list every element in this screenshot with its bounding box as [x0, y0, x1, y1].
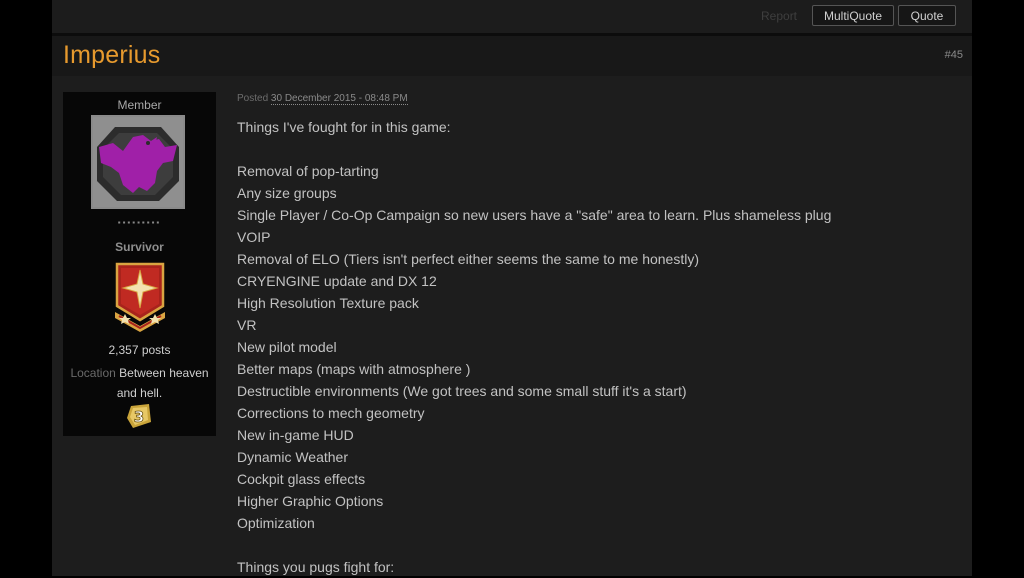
- post-text-line: [237, 534, 957, 556]
- post-text-line: Things I've fought for in this game:: [237, 119, 451, 135]
- posted-date-link[interactable]: 30 December 2015 - 08:48 PM: [270, 93, 408, 105]
- post-text: Things I've fought for in this game: Remo…: [237, 116, 957, 578]
- post-number-link[interactable]: #45: [945, 49, 963, 61]
- post-text-line: Single Player / Co-Op Campaign so new us…: [237, 207, 832, 223]
- post-count: 2,357 posts: [108, 343, 171, 357]
- location-label: Location: [70, 366, 116, 380]
- multiquote-button[interactable]: MultiQuote: [812, 5, 894, 26]
- post-header: Imperius #45: [52, 36, 972, 76]
- post-text-line: Better maps (maps with atmosphere ): [237, 361, 471, 377]
- member-group-label: Member: [117, 98, 162, 112]
- posted-line: Posted 30 December 2015 - 08:48 PM: [237, 93, 957, 105]
- post-text-line: Dynamic Weather: [237, 449, 349, 465]
- post-body: Member ▪▪▪▪▪▪▪▪▪ Survivor 2,357 posts Lo…: [52, 76, 972, 576]
- location-info: Location Between heaven and hell.: [67, 363, 212, 403]
- author-panel: Member ▪▪▪▪▪▪▪▪▪ Survivor 2,357 posts Lo…: [63, 92, 216, 436]
- posted-prefix: Posted: [237, 93, 269, 104]
- post-text-line: Removal of pop-tarting: [237, 163, 379, 179]
- post-text-line: Cockpit glass effects: [237, 471, 366, 487]
- post-text-line: Any size groups: [237, 185, 337, 201]
- post-text-line: Things you pugs fight for:: [237, 559, 395, 575]
- post-text-line: VOIP: [237, 229, 271, 245]
- post-text-line: [237, 138, 957, 160]
- post-text-line: Higher Graphic Options: [237, 493, 384, 509]
- avatar-image: [93, 117, 183, 207]
- rank-title: Survivor: [115, 240, 164, 254]
- gold-level-3-icon: 3: [127, 404, 151, 428]
- post-text-line: Destructible environments (We got trees …: [237, 383, 687, 399]
- author-name-link[interactable]: Imperius: [63, 41, 160, 70]
- star-shield-rank-icon: [115, 262, 165, 332]
- quote-button[interactable]: Quote: [898, 5, 956, 26]
- post-content: Posted 30 December 2015 - 08:48 PM Thing…: [237, 93, 957, 578]
- post-text-line: VR: [237, 317, 257, 333]
- post-text-line: Corrections to mech geometry: [237, 405, 425, 421]
- rank-pips: ▪▪▪▪▪▪▪▪▪: [117, 218, 162, 227]
- location-value: Between heaven and hell.: [116, 366, 209, 400]
- post-toolbar: Report MultiQuote Quote: [52, 0, 972, 36]
- report-link[interactable]: Report: [761, 9, 797, 23]
- post-text-line: New pilot model: [237, 339, 337, 355]
- post-text-line: Removal of ELO (Tiers isn't perfect eith…: [237, 251, 699, 267]
- post-text-line: CRYENGINE update and DX 12: [237, 273, 437, 289]
- level-badge-number: 3: [134, 408, 144, 426]
- forum-post-page: Report MultiQuote Quote Imperius #45 Mem…: [52, 0, 972, 576]
- post-text-line: New in-game HUD: [237, 427, 354, 443]
- purple-eagle-avatar[interactable]: [91, 115, 185, 209]
- post-text-line: Optimization: [237, 515, 315, 531]
- post-text-line: High Resolution Texture pack: [237, 295, 419, 311]
